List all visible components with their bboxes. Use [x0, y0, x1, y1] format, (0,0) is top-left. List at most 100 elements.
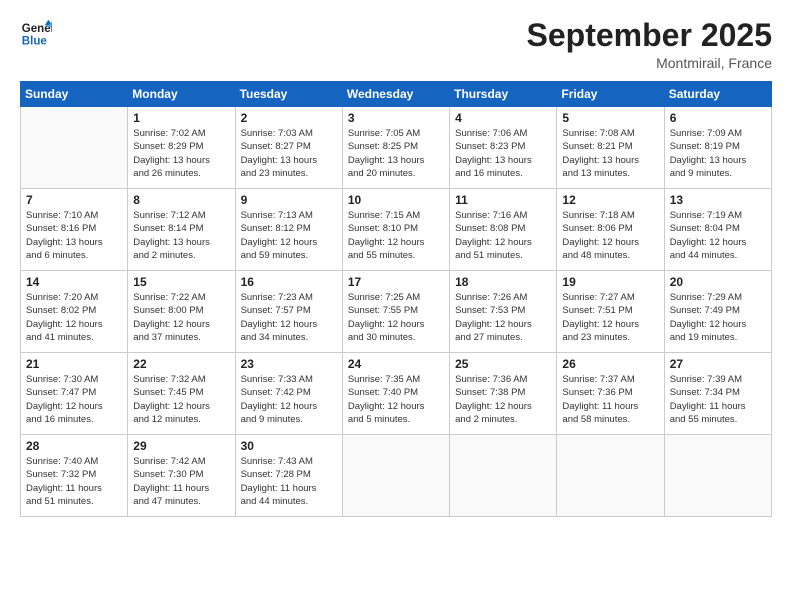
calendar-cell	[664, 435, 771, 517]
calendar-cell	[450, 435, 557, 517]
calendar-cell: 24 Sunrise: 7:35 AMSunset: 7:40 PMDayligh…	[342, 353, 449, 435]
calendar-cell: 16 Sunrise: 7:23 AMSunset: 7:57 PMDayligh…	[235, 271, 342, 353]
day-info: Sunrise: 7:16 AMSunset: 8:08 PMDaylight:…	[455, 209, 551, 262]
calendar-cell: 18Sunrise: 7:26 AMSunset: 7:53 PMDayligh…	[450, 271, 557, 353]
day-number: 17	[348, 275, 444, 289]
day-number: 9	[241, 193, 337, 207]
day-number: 5	[562, 111, 658, 125]
header-monday: Monday	[128, 82, 235, 107]
day-info: Sunrise: 7:19 AMSunset: 8:04 PMDaylight:…	[670, 209, 766, 262]
day-info: Sunrise: 7:30 AMSunset: 7:47 PMDaylight:…	[26, 373, 122, 426]
calendar-cell: 5 Sunrise: 7:08 AMSunset: 8:21 PMDaylight…	[557, 107, 664, 189]
day-info: Sunrise: 7:18 AMSunset: 8:06 PMDaylight:…	[562, 209, 658, 262]
day-number: 22	[133, 357, 229, 371]
title-block: September 2025 Montmirail, France	[527, 18, 772, 71]
header-friday: Friday	[557, 82, 664, 107]
week-row-0: 1 Sunrise: 7:02 AMSunset: 8:29 PMDaylight…	[21, 107, 772, 189]
calendar-cell: 2 Sunrise: 7:03 AMSunset: 8:27 PMDaylight…	[235, 107, 342, 189]
calendar-cell: 19 Sunrise: 7:27 AMSunset: 7:51 PMDayligh…	[557, 271, 664, 353]
day-info: Sunrise: 7:10 AMSunset: 8:16 PMDaylight:…	[26, 209, 122, 262]
day-number: 18	[455, 275, 551, 289]
calendar-cell: 8 Sunrise: 7:12 AMSunset: 8:14 PMDaylight…	[128, 189, 235, 271]
day-number: 4	[455, 111, 551, 125]
day-info: Sunrise: 7:06 AMSunset: 8:23 PMDaylight:…	[455, 127, 551, 180]
day-number: 3	[348, 111, 444, 125]
day-number: 20	[670, 275, 766, 289]
day-info: Sunrise: 7:33 AMSunset: 7:42 PMDaylight:…	[241, 373, 337, 426]
day-number: 6	[670, 111, 766, 125]
day-info: Sunrise: 7:32 AMSunset: 7:45 PMDaylight:…	[133, 373, 229, 426]
day-info: Sunrise: 7:03 AMSunset: 8:27 PMDaylight:…	[241, 127, 337, 180]
calendar-cell: 10 Sunrise: 7:15 AMSunset: 8:10 PMDayligh…	[342, 189, 449, 271]
day-number: 8	[133, 193, 229, 207]
calendar-cell: 23 Sunrise: 7:33 AMSunset: 7:42 PMDayligh…	[235, 353, 342, 435]
header-thursday: Thursday	[450, 82, 557, 107]
day-info: Sunrise: 7:02 AMSunset: 8:29 PMDaylight:…	[133, 127, 229, 180]
day-info: Sunrise: 7:08 AMSunset: 8:21 PMDaylight:…	[562, 127, 658, 180]
day-info: Sunrise: 7:13 AMSunset: 8:12 PMDaylight:…	[241, 209, 337, 262]
day-number: 14	[26, 275, 122, 289]
day-number: 15	[133, 275, 229, 289]
calendar-cell: 13 Sunrise: 7:19 AMSunset: 8:04 PMDayligh…	[664, 189, 771, 271]
calendar-cell: 22 Sunrise: 7:32 AMSunset: 7:45 PMDayligh…	[128, 353, 235, 435]
day-number: 25	[455, 357, 551, 371]
calendar-cell: 21Sunrise: 7:30 AMSunset: 7:47 PMDayligh…	[21, 353, 128, 435]
day-number: 24	[348, 357, 444, 371]
calendar-cell: 30Sunrise: 7:43 AMSunset: 7:28 PMDayligh…	[235, 435, 342, 517]
day-number: 13	[670, 193, 766, 207]
logo-icon: General Blue	[20, 18, 52, 50]
day-number: 27	[670, 357, 766, 371]
day-number: 12	[562, 193, 658, 207]
calendar-cell: 28 Sunrise: 7:40 AMSunset: 7:32 PMDayligh…	[21, 435, 128, 517]
calendar-cell: 3 Sunrise: 7:05 AMSunset: 8:25 PMDaylight…	[342, 107, 449, 189]
day-number: 1	[133, 111, 229, 125]
day-info: Sunrise: 7:40 AMSunset: 7:32 PMDaylight:…	[26, 455, 122, 508]
day-info: Sunrise: 7:37 AMSunset: 7:36 PMDaylight:…	[562, 373, 658, 426]
day-number: 11	[455, 193, 551, 207]
header-tuesday: Tuesday	[235, 82, 342, 107]
month-title: September 2025	[527, 18, 772, 53]
header-saturday: Saturday	[664, 82, 771, 107]
svg-text:Blue: Blue	[22, 36, 48, 48]
day-number: 28	[26, 439, 122, 453]
day-info: Sunrise: 7:23 AMSunset: 7:57 PMDaylight:…	[241, 291, 337, 344]
day-number: 10	[348, 193, 444, 207]
logo: General Blue	[20, 18, 52, 50]
calendar-cell	[557, 435, 664, 517]
day-number: 29	[133, 439, 229, 453]
day-info: Sunrise: 7:29 AMSunset: 7:49 PMDaylight:…	[670, 291, 766, 344]
header: General Blue September 2025 Montmirail, …	[20, 18, 772, 71]
day-info: Sunrise: 7:20 AMSunset: 8:02 PMDaylight:…	[26, 291, 122, 344]
day-info: Sunrise: 7:15 AMSunset: 8:10 PMDaylight:…	[348, 209, 444, 262]
calendar-cell	[21, 107, 128, 189]
day-number: 7	[26, 193, 122, 207]
calendar-cell: 6Sunrise: 7:09 AMSunset: 8:19 PMDaylight…	[664, 107, 771, 189]
day-number: 16	[241, 275, 337, 289]
day-info: Sunrise: 7:25 AMSunset: 7:55 PMDaylight:…	[348, 291, 444, 344]
day-number: 2	[241, 111, 337, 125]
page: General Blue September 2025 Montmirail, …	[0, 0, 792, 527]
day-info: Sunrise: 7:35 AMSunset: 7:40 PMDaylight:…	[348, 373, 444, 426]
day-number: 26	[562, 357, 658, 371]
calendar: Sunday Monday Tuesday Wednesday Thursday…	[20, 81, 772, 517]
day-info: Sunrise: 7:27 AMSunset: 7:51 PMDaylight:…	[562, 291, 658, 344]
day-info: Sunrise: 7:42 AMSunset: 7:30 PMDaylight:…	[133, 455, 229, 508]
week-row-1: 7 Sunrise: 7:10 AMSunset: 8:16 PMDaylight…	[21, 189, 772, 271]
day-number: 19	[562, 275, 658, 289]
calendar-cell: 20 Sunrise: 7:29 AMSunset: 7:49 PMDayligh…	[664, 271, 771, 353]
week-row-4: 28 Sunrise: 7:40 AMSunset: 7:32 PMDayligh…	[21, 435, 772, 517]
calendar-cell: 14 Sunrise: 7:20 AMSunset: 8:02 PMDayligh…	[21, 271, 128, 353]
day-info: Sunrise: 7:12 AMSunset: 8:14 PMDaylight:…	[133, 209, 229, 262]
week-row-2: 14 Sunrise: 7:20 AMSunset: 8:02 PMDayligh…	[21, 271, 772, 353]
calendar-cell	[342, 435, 449, 517]
calendar-cell: 4 Sunrise: 7:06 AMSunset: 8:23 PMDaylight…	[450, 107, 557, 189]
day-info: Sunrise: 7:36 AMSunset: 7:38 PMDaylight:…	[455, 373, 551, 426]
day-info: Sunrise: 7:22 AMSunset: 8:00 PMDaylight:…	[133, 291, 229, 344]
calendar-cell: 15 Sunrise: 7:22 AMSunset: 8:00 PMDayligh…	[128, 271, 235, 353]
day-number: 23	[241, 357, 337, 371]
calendar-cell: 12 Sunrise: 7:18 AMSunset: 8:06 PMDayligh…	[557, 189, 664, 271]
calendar-cell: 1 Sunrise: 7:02 AMSunset: 8:29 PMDaylight…	[128, 107, 235, 189]
day-info: Sunrise: 7:05 AMSunset: 8:25 PMDaylight:…	[348, 127, 444, 180]
calendar-cell: 17 Sunrise: 7:25 AMSunset: 7:55 PMDayligh…	[342, 271, 449, 353]
calendar-cell: 26 Sunrise: 7:37 AMSunset: 7:36 PMDayligh…	[557, 353, 664, 435]
